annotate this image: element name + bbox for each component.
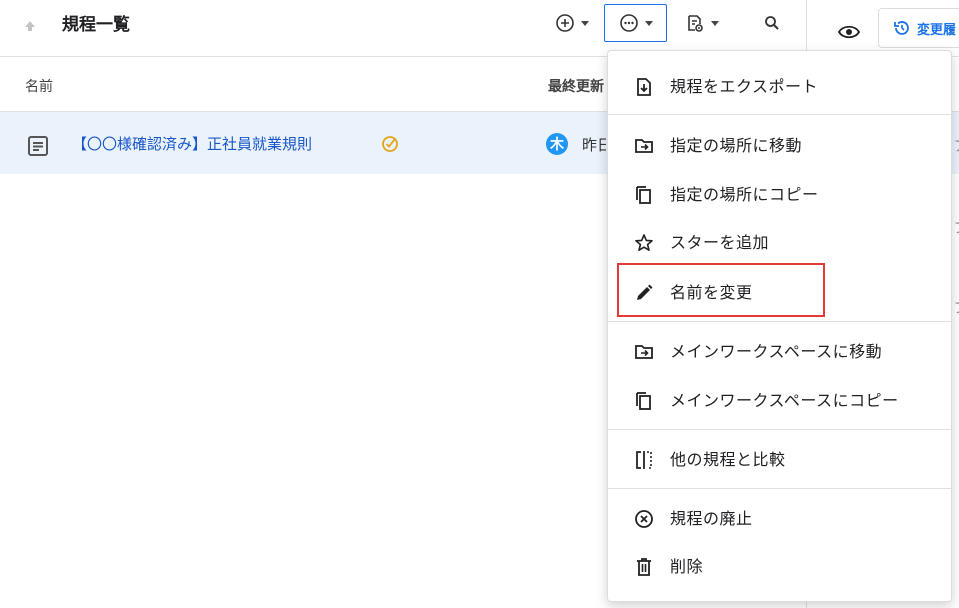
menu-item-copy-main-workspace[interactable]: メインワークスペースにコピー <box>608 383 951 419</box>
menu-item-label: スターを追加 <box>670 233 770 252</box>
menu-item-label: 他の規程と比較 <box>670 450 786 469</box>
menu-item-label: メインワークスペースにコピー <box>670 391 899 410</box>
avatar: 木 <box>546 133 568 155</box>
move-folder-icon <box>635 345 653 359</box>
menu-item-add-star[interactable]: スターを追加 <box>608 225 951 261</box>
star-icon <box>635 234 653 251</box>
approved-check-icon <box>382 136 398 152</box>
page-title: 規程一覧 <box>62 15 130 35</box>
move-folder-icon <box>635 139 653 153</box>
menu-item-label: 規程をエクスポート <box>670 77 819 96</box>
chevron-down-icon <box>581 20 589 26</box>
menu-item-abolish[interactable]: 規程の廃止 <box>608 501 951 537</box>
add-button[interactable] <box>548 4 596 42</box>
menu-item-label: 指定の場所にコピー <box>670 185 819 204</box>
chevron-down-icon <box>711 20 719 26</box>
more-actions-button[interactable] <box>604 4 667 42</box>
eye-icon[interactable] <box>838 22 860 42</box>
copy-icon <box>636 186 651 204</box>
search-button[interactable] <box>756 4 788 42</box>
plus-circle-icon <box>556 14 574 32</box>
export-icon <box>637 78 651 96</box>
column-name-header[interactable]: 名前 <box>25 76 53 96</box>
search-icon <box>765 16 779 30</box>
menu-divider <box>608 429 951 430</box>
more-circle-icon <box>619 14 638 32</box>
trash-icon <box>637 558 651 576</box>
change-history-label: 変更履 <box>917 22 957 38</box>
menu-item-label: メインワークスペースに移動 <box>670 342 883 361</box>
menu-item-label: 削除 <box>670 557 704 576</box>
modified-date: 昨日 <box>582 136 606 154</box>
menu-item-move-main-workspace[interactable]: メインワークスペースに移動 <box>608 334 951 370</box>
document-title-link[interactable]: 【〇〇様確認済み】正社員就業規則 <box>72 133 312 154</box>
menu-item-compare[interactable]: 他の規程と比較 <box>608 442 951 478</box>
cancel-circle-icon <box>635 510 653 528</box>
column-modified-header[interactable]: 最終更新 <box>548 76 606 96</box>
menu-divider <box>608 114 951 115</box>
menu-item-copy[interactable]: 指定の場所にコピー <box>608 177 951 213</box>
menu-item-delete[interactable]: 削除 <box>608 549 951 585</box>
menu-item-label: 規程の廃止 <box>670 509 753 528</box>
menu-item-move[interactable]: 指定の場所に移動 <box>608 128 951 164</box>
clipped-cell-text: ア <box>954 218 959 238</box>
document-settings-button[interactable] <box>678 4 726 42</box>
menu-divider <box>608 321 951 322</box>
menu-item-label: 指定の場所に移動 <box>670 136 803 155</box>
toolbar: 規程一覧 変更履 <box>0 0 959 57</box>
compare-icon <box>636 451 652 469</box>
chevron-down-icon <box>644 20 653 26</box>
document-icon <box>28 136 48 156</box>
change-history-button[interactable]: 変更履 <box>878 8 959 48</box>
up-arrow-icon[interactable] <box>22 18 38 34</box>
menu-divider <box>608 488 951 489</box>
document-settings-icon <box>688 15 703 32</box>
copy-icon <box>636 392 651 410</box>
history-icon <box>894 21 909 35</box>
menu-item-export[interactable]: 規程をエクスポート <box>608 69 951 105</box>
clipped-cell-text: ア <box>954 298 959 318</box>
highlight-box <box>617 263 825 317</box>
more-actions-menu: 規程をエクスポート 指定の場所に移動 指定の場所にコピー スターを追加 名前を変… <box>607 50 952 602</box>
clipped-cell-text: ア <box>954 136 959 156</box>
